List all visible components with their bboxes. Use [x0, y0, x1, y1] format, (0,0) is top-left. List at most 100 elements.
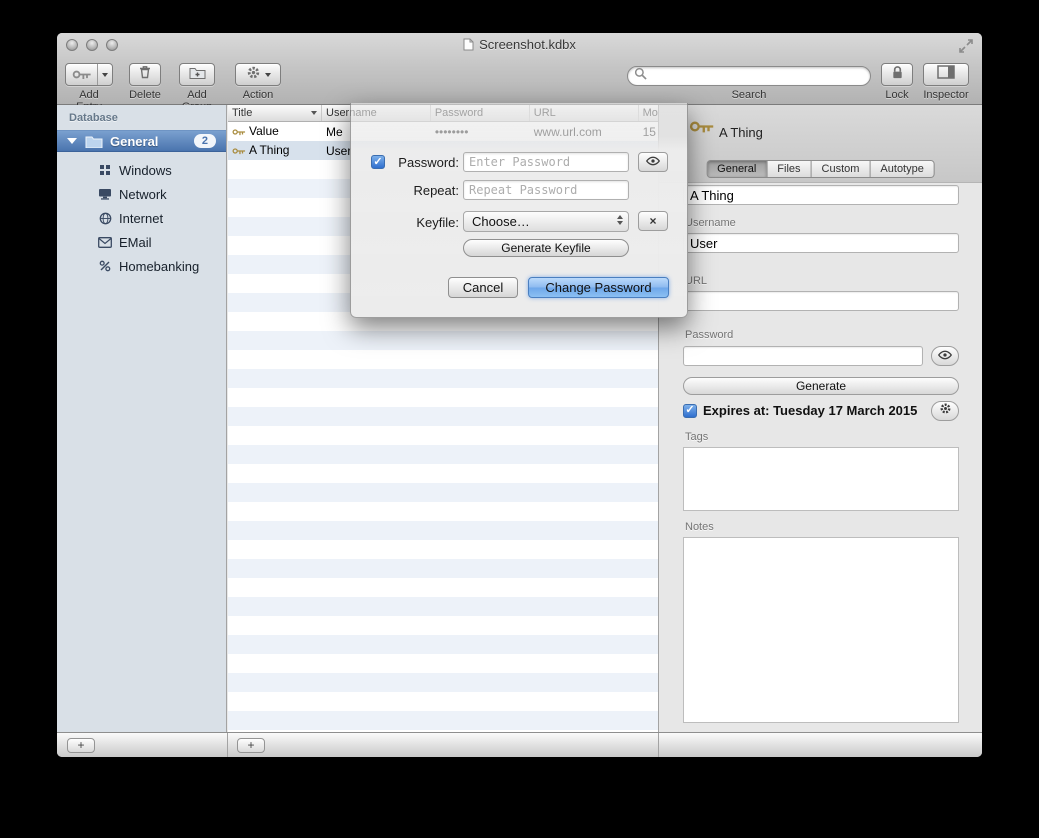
url-label: URL — [685, 275, 707, 287]
group-count-badge: 2 — [194, 134, 216, 148]
username-label: Username — [685, 217, 736, 229]
inspector-tabs: General Files Custom Autotype — [706, 160, 935, 178]
column-title[interactable]: Title — [228, 105, 322, 121]
change-password-dialog: ✓ Password: Repeat: Keyfile: Choose… × G… — [350, 103, 688, 318]
folder-plus-icon — [189, 66, 206, 84]
url-field[interactable] — [683, 291, 959, 311]
expires-label: Expires at: Tuesday 17 March 2015 — [703, 403, 917, 418]
gear-icon — [939, 402, 952, 420]
sidebar-item-label: Internet — [119, 211, 163, 226]
eye-icon — [937, 347, 953, 365]
fullscreen-icon[interactable] — [958, 38, 974, 54]
search-input[interactable] — [651, 69, 864, 83]
globe-icon — [97, 210, 113, 226]
windows-icon — [97, 162, 113, 178]
dialog-repeat-input[interactable] — [463, 180, 629, 200]
popup-stepper-icon — [617, 215, 623, 225]
action-button[interactable] — [235, 63, 281, 86]
add-entry-plus-button[interactable]: + — [237, 738, 265, 753]
sidebar-item-email[interactable]: EMail — [57, 230, 226, 254]
dialog-password-input[interactable] — [463, 152, 629, 172]
inspector-header: A Thing General Files Custom Autotype — [659, 105, 982, 183]
key-icon — [689, 119, 715, 139]
dialog-keyfile-label: Keyfile: — [381, 215, 459, 230]
sidebar-item-label: Network — [119, 187, 167, 202]
lock-icon — [891, 65, 904, 85]
tab-custom[interactable]: Custom — [812, 161, 871, 177]
sidebar-item-network[interactable]: Network — [57, 182, 226, 206]
dialog-password-label: Password: — [381, 155, 459, 170]
add-entry-button[interactable] — [65, 63, 113, 86]
chevron-down-icon — [102, 73, 108, 77]
search-field[interactable] — [627, 66, 871, 86]
dialog-reveal-button[interactable] — [638, 152, 668, 172]
screen-background: Screenshot.kdbx Add Entry — [0, 0, 1039, 838]
sidebar-item-internet[interactable]: Internet — [57, 206, 226, 230]
envelope-icon — [97, 234, 113, 250]
clear-keyfile-button[interactable]: × — [638, 211, 668, 231]
inspector-panel-icon — [937, 65, 955, 84]
tab-autotype[interactable]: Autotype — [870, 161, 933, 177]
sidebar-group-label: General — [110, 134, 158, 149]
key-icon — [232, 144, 246, 158]
password-label: Password — [685, 329, 733, 341]
gear-icon — [246, 65, 261, 85]
tab-files[interactable]: Files — [767, 161, 811, 177]
generate-keyfile-button[interactable]: Generate Keyfile — [463, 239, 629, 257]
keyfile-popup[interactable]: Choose… — [463, 211, 629, 232]
window-title: Screenshot.kdbx — [479, 37, 576, 52]
folder-icon — [85, 135, 103, 148]
change-password-button[interactable]: Change Password — [528, 277, 669, 298]
delete-button[interactable] — [129, 63, 161, 86]
add-group-plus-button[interactable]: + — [67, 738, 95, 753]
tab-general[interactable]: General — [707, 161, 767, 177]
dialog-repeat-label: Repeat: — [381, 183, 459, 198]
inspector-panel: A Thing General Files Custom Autotype Us… — [658, 105, 982, 732]
sidebar-item-windows[interactable]: Windows — [57, 158, 226, 182]
inspector-label: Inspector — [923, 89, 969, 101]
app-window: Screenshot.kdbx Add Entry — [57, 33, 982, 757]
sidebar-header: Database — [69, 112, 118, 124]
trash-icon — [138, 65, 152, 84]
sidebar-item-label: EMail — [119, 235, 152, 250]
inspector-entry-title: A Thing — [719, 125, 763, 140]
generate-button[interactable]: Generate — [683, 377, 959, 395]
tags-box[interactable] — [683, 447, 959, 511]
delete-label: Delete — [129, 89, 161, 101]
password-settings-button[interactable] — [931, 401, 959, 421]
document-icon — [463, 38, 474, 54]
network-icon — [97, 186, 113, 202]
sidebar-group-general[interactable]: General 2 — [57, 130, 226, 152]
close-icon: × — [649, 214, 656, 228]
password-field[interactable] — [683, 346, 923, 366]
title-field[interactable] — [683, 185, 959, 205]
window-title-wrap: Screenshot.kdbx — [57, 37, 982, 54]
chevron-down-icon — [265, 73, 271, 77]
tags-label: Tags — [685, 431, 708, 443]
action-label: Action — [235, 89, 281, 101]
disclosure-triangle-icon[interactable] — [67, 138, 77, 144]
search-icon — [634, 67, 647, 85]
reveal-password-button[interactable] — [931, 346, 959, 366]
titlebar: Screenshot.kdbx — [57, 33, 982, 58]
sidebar-item-label: Homebanking — [119, 259, 199, 274]
bottom-bar: + + — [57, 732, 982, 757]
inspector-button[interactable] — [923, 63, 969, 86]
username-field[interactable] — [683, 233, 959, 253]
percent-icon — [97, 258, 113, 274]
sidebar-item-homebanking[interactable]: Homebanking — [57, 254, 226, 278]
lock-label: Lock — [881, 89, 913, 101]
lock-button[interactable] — [881, 63, 913, 86]
notes-label: Notes — [685, 521, 714, 533]
add-entry-dropdown[interactable] — [98, 73, 112, 77]
expires-checkbox[interactable]: ✓ — [683, 404, 697, 418]
key-icon — [232, 125, 246, 139]
add-group-button[interactable] — [179, 63, 215, 86]
sidebar: Database General 2 Windows — [57, 105, 227, 732]
keyfile-popup-value: Choose… — [472, 214, 530, 229]
cancel-button[interactable]: Cancel — [448, 277, 518, 298]
eye-icon — [645, 155, 661, 169]
key-icon — [66, 69, 97, 80]
sidebar-item-label: Windows — [119, 163, 172, 178]
notes-box[interactable] — [683, 537, 959, 723]
